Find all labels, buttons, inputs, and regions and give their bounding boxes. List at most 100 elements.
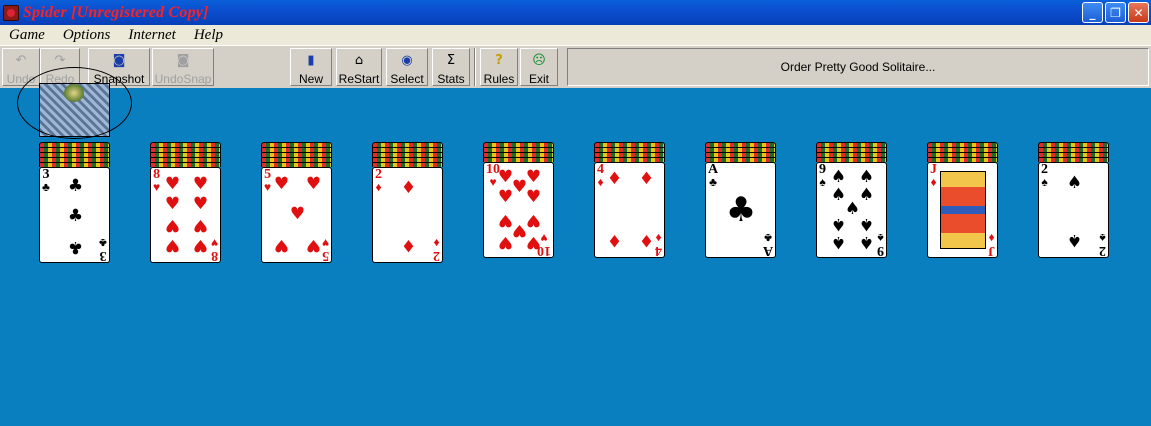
spider-app-icon[interactable]	[3, 4, 19, 21]
suit-pip-icon: ♦	[400, 178, 417, 198]
exit-label: Exit	[528, 72, 549, 86]
card-suit-icon: ♥	[264, 180, 272, 194]
menu-game[interactable]: Game	[0, 27, 54, 44]
new-label: New	[298, 72, 323, 86]
restart-button[interactable]: ⌂ ReStart	[336, 48, 382, 86]
window-title: Spider [Unregistered Copy]	[23, 3, 209, 21]
face-up-card[interactable]: 5 ♥ 5 ♥ ♥ ♥ ♥ ♥ ♥	[261, 167, 332, 263]
suit-pip-icon: ♥	[525, 232, 542, 252]
face-up-card[interactable]: 8 ♥ 8 ♥ ♥ ♥ ♥ ♥ ♥ ♥ ♥ ♥	[150, 167, 221, 263]
suit-pip-icon: ♥	[273, 174, 290, 194]
face-up-card[interactable]: 4 ♦ 4 ♦ ♦ ♦ ♦ ♦	[594, 162, 665, 258]
undosnap-label: UndoSnap	[154, 72, 212, 86]
card-rank: 8	[210, 248, 218, 263]
face-up-card[interactable]: 2 ♦ 2 ♦ ♦ ♦	[372, 167, 443, 263]
tableau-pile[interactable]: 8 ♥ 8 ♥ ♥ ♥ ♥ ♥ ♥ ♥ ♥ ♥	[150, 142, 221, 263]
suit-pip-icon: ♥	[497, 232, 514, 252]
sigma-icon: Σ	[446, 53, 456, 68]
suit-pip-icon: ♥	[273, 235, 290, 255]
card-index-bottom: 3 ♣	[99, 236, 107, 263]
suit-pip-icon: ♥	[497, 187, 514, 207]
menu-internet[interactable]: Internet	[119, 27, 184, 44]
card-index-top: 9 ♠	[819, 163, 826, 189]
suit-pip-icon: ♠	[1066, 230, 1083, 250]
minimize-button[interactable]: _	[1082, 2, 1103, 23]
suit-pip-icon: ♥	[305, 235, 322, 255]
new-deck-icon: ▮	[307, 53, 315, 68]
snapshot-button[interactable]: ◙ Snapshot	[88, 48, 150, 86]
face-up-card[interactable]: 10 ♥ 10 ♥ ♥ ♥ ♥ ♥ ♥ ♥ ♥ ♥ ♥ ♥	[483, 162, 554, 258]
card-suit-icon: ♠	[1041, 175, 1048, 189]
card-index-bottom: 2 ♦	[433, 236, 440, 263]
tableau-pile[interactable]: 9 ♠ 9 ♠ ♠ ♠ ♠ ♠ ♠ ♠ ♠ ♠ ♠	[816, 142, 887, 258]
suit-pip-icon: ♥	[164, 235, 181, 255]
card-suit-icon: ♦	[375, 180, 382, 194]
card-index-top: J ♦	[930, 163, 937, 189]
undo-arrow-icon: ↶	[15, 53, 27, 68]
tableau-pile[interactable]: A ♣ A ♣ ♣	[705, 142, 776, 258]
stats-button[interactable]: Σ Stats	[432, 48, 470, 86]
face-up-card[interactable]: 3 ♣ 3 ♣ ♣ ♣ ♣	[39, 167, 110, 263]
card-index-bottom: A ♣	[762, 231, 773, 258]
tableau-pile[interactable]: 4 ♦ 4 ♦ ♦ ♦ ♦ ♦	[594, 142, 665, 258]
undo-label: Undo	[6, 72, 36, 86]
card-suit-icon: ♦	[988, 231, 995, 245]
tableau-pile[interactable]: 5 ♥ 5 ♥ ♥ ♥ ♥ ♥ ♥	[261, 142, 332, 263]
card-index-bottom: J ♦	[988, 231, 995, 258]
suit-pip-icon: ♥	[525, 187, 542, 207]
redo-button[interactable]: ↷ Redo	[40, 48, 80, 86]
tableau-pile[interactable]: J ♦ J ♦	[927, 142, 998, 258]
rules-button[interactable]: ? Rules	[480, 48, 518, 86]
toolbar-separator	[474, 48, 476, 86]
close-button[interactable]: ✕	[1128, 2, 1149, 23]
card-index-bottom: 9 ♠	[877, 231, 884, 258]
card-suit-icon: ♠	[1099, 231, 1106, 245]
face-up-card[interactable]: 2 ♠ 2 ♠ ♠ ♠	[1038, 162, 1109, 258]
card-index-bottom: 4 ♦	[655, 231, 662, 258]
card-index-top: 4 ♦	[597, 163, 604, 189]
card-suit-icon: ♥	[153, 180, 161, 194]
redo-arrow-icon: ↷	[54, 53, 66, 68]
card-index-top: 2 ♠	[1041, 163, 1048, 189]
exit-button[interactable]: ☹ Exit	[520, 48, 558, 86]
suit-pip-icon: ♦	[606, 230, 623, 250]
face-up-card[interactable]: A ♣ A ♣ ♣	[705, 162, 776, 258]
suit-pip-icon: ♦	[606, 169, 623, 189]
select-button[interactable]: ◉ Select	[386, 48, 428, 86]
order-link[interactable]: Order Pretty Good Solitaire...	[567, 48, 1149, 86]
rules-label: Rules	[483, 72, 515, 86]
undosnap-button[interactable]: ◙ UndoSnap	[152, 48, 214, 86]
tableau-pile[interactable]: 3 ♣ 3 ♣ ♣ ♣ ♣	[39, 142, 110, 263]
suit-pip-icon: ♠	[1066, 173, 1083, 193]
face-up-card[interactable]: 9 ♠ 9 ♠ ♠ ♠ ♠ ♠ ♠ ♠ ♠ ♠ ♠	[816, 162, 887, 258]
stock-pile[interactable]	[39, 83, 110, 137]
suit-pip-icon: ♣	[67, 176, 84, 196]
suit-pip-icon: ♠	[830, 232, 847, 252]
card-suit-icon: ♣	[709, 175, 717, 189]
suit-pip-icon: ♥	[164, 194, 181, 214]
menu-help[interactable]: Help	[185, 27, 232, 44]
menu-options[interactable]: Options	[54, 27, 120, 44]
camera-icon: ◙	[112, 53, 126, 68]
card-suit-icon: ♣	[764, 231, 772, 245]
select-globe-icon: ◉	[401, 53, 413, 68]
suit-pip-icon: ♠	[858, 214, 875, 234]
face-up-card[interactable]: J ♦ J ♦	[927, 162, 998, 258]
select-label: Select	[390, 72, 424, 86]
suit-pip-icon: ♥	[192, 174, 209, 194]
undo-button[interactable]: ↶ Undo	[2, 48, 40, 86]
toolbar: ↶ Undo ↷ Redo ◙ Snapshot ◙ UndoSnap ▮ Ne…	[0, 45, 1151, 88]
title-bar: Spider [Unregistered Copy] _ ❐ ✕	[0, 0, 1151, 25]
card-suit-icon: ♥	[321, 236, 329, 250]
new-button[interactable]: ▮ New	[290, 48, 332, 86]
card-rank: A	[762, 243, 773, 258]
card-suit-icon: ♦	[433, 236, 440, 250]
tableau-pile[interactable]: 2 ♠ 2 ♠ ♠ ♠	[1038, 142, 1109, 258]
tableau-pile[interactable]: 10 ♥ 10 ♥ ♥ ♥ ♥ ♥ ♥ ♥ ♥ ♥ ♥ ♥	[483, 142, 554, 258]
tableau-pile[interactable]: 2 ♦ 2 ♦ ♦ ♦	[372, 142, 443, 263]
suit-pip-icon: ♥	[192, 215, 209, 235]
suit-pip-icon: ♥	[289, 204, 306, 224]
maximize-button[interactable]: ❐	[1105, 2, 1126, 23]
card-rank: 9	[877, 243, 884, 258]
sad-face-icon: ☹	[532, 53, 546, 68]
